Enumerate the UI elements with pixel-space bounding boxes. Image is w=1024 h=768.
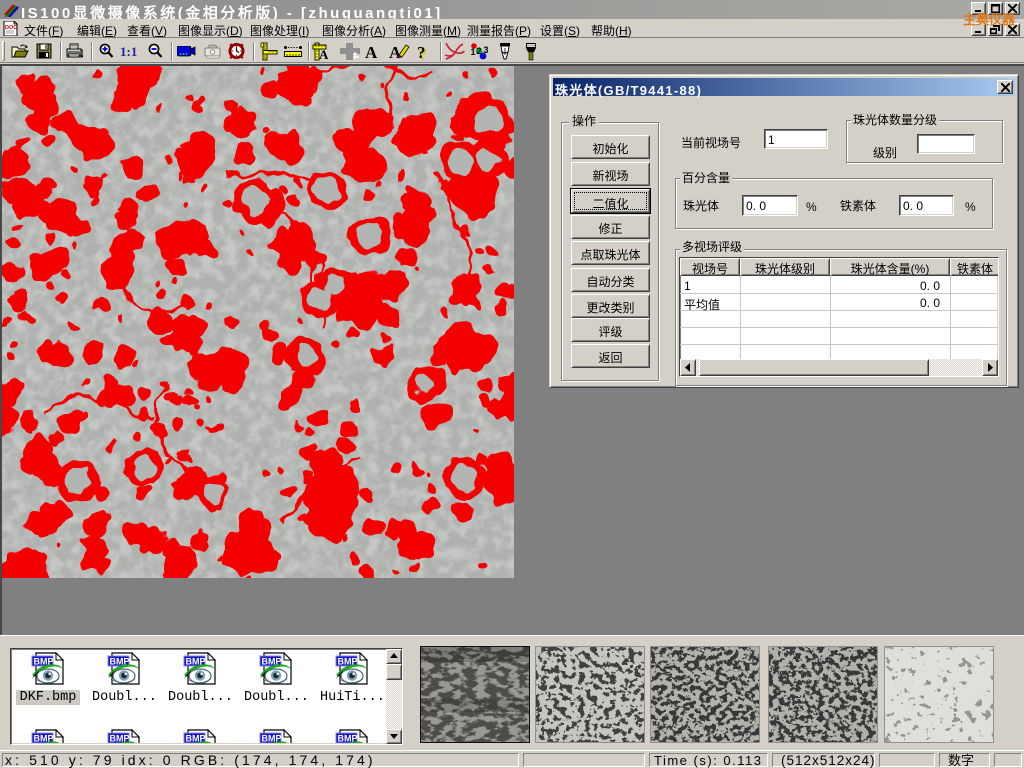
- svg-text:A: A: [319, 47, 329, 61]
- svg-text:3: 3: [484, 45, 489, 55]
- svg-text:1: 1: [471, 47, 476, 57]
- svg-text:2: 2: [477, 46, 482, 56]
- svg-text:A: A: [389, 43, 402, 61]
